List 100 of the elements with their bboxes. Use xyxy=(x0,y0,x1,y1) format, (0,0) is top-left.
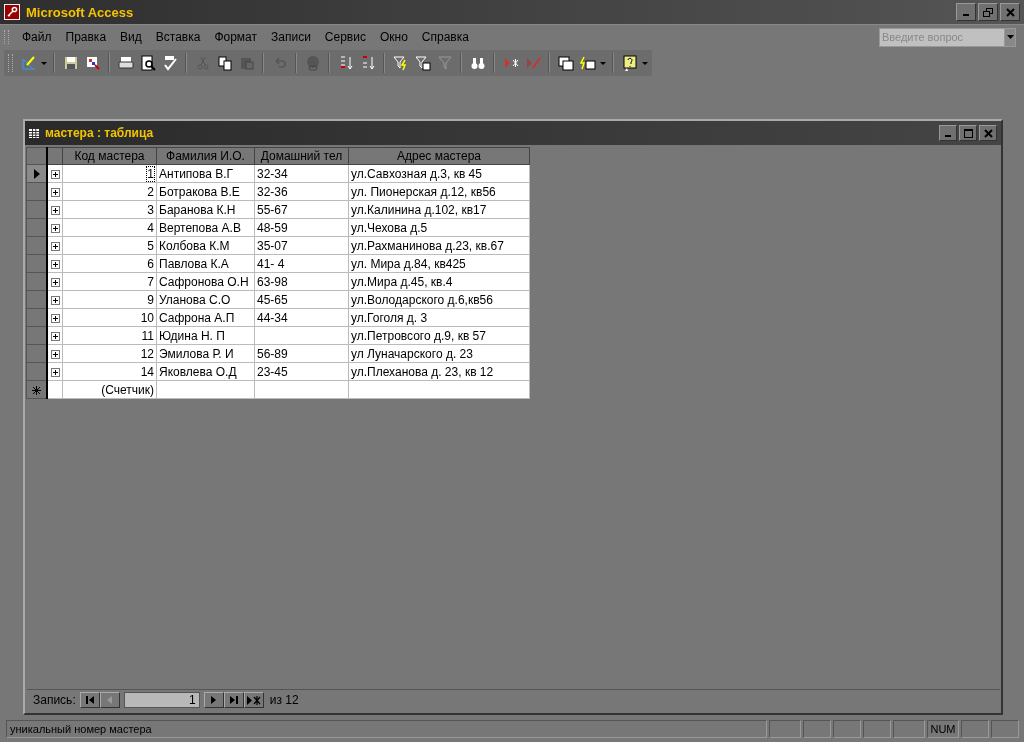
design-view-icon[interactable] xyxy=(20,55,37,71)
expand-icon[interactable] xyxy=(50,313,60,323)
table-cell: Колбова К.М xyxy=(159,238,230,253)
close-icon xyxy=(1005,7,1015,17)
table-cell: Сафрона А.П xyxy=(159,310,235,325)
help-question-field[interactable]: Введите вопрос xyxy=(879,27,1004,47)
record-number-field[interactable]: 1 xyxy=(123,692,200,708)
column-header[interactable]: Код мастера xyxy=(63,148,156,164)
table-cell: 56-89 xyxy=(257,346,288,361)
status-panel xyxy=(863,720,891,738)
table-cell: Ботракова В.Е xyxy=(159,184,240,199)
minimize-button[interactable] xyxy=(956,3,976,21)
close-button[interactable] xyxy=(1000,3,1020,21)
expand-icon[interactable] xyxy=(50,223,60,233)
table-cell: ул.Чехова д.5 xyxy=(351,220,428,235)
last-record-icon xyxy=(229,696,238,704)
previous-record-icon xyxy=(107,696,113,704)
new-object-icon[interactable] xyxy=(579,55,596,71)
last-record-button[interactable] xyxy=(223,692,244,708)
menu-item[interactable]: Вид xyxy=(113,27,149,47)
menu-item[interactable]: Записи xyxy=(264,27,318,47)
database-window-icon[interactable] xyxy=(557,55,574,71)
expand-icon[interactable] xyxy=(50,367,60,377)
table-cell: ул.Плеханова д. 23, кв 12 xyxy=(351,364,494,379)
dropdown-caret-icon[interactable] xyxy=(642,61,648,65)
printer-icon[interactable] xyxy=(117,55,134,71)
table-cell: 11 xyxy=(141,328,154,343)
table-window-title: мастера : таблица xyxy=(45,126,155,140)
maximize-icon xyxy=(963,128,973,138)
table-cell: Эмилова Р. И xyxy=(159,346,234,361)
spelling-check-icon[interactable] xyxy=(161,55,178,71)
next-record-button[interactable] xyxy=(203,692,224,708)
save-icon[interactable] xyxy=(62,55,79,71)
table-cell: 32-34 xyxy=(257,166,288,181)
table-cell: 3 xyxy=(147,202,154,217)
column-header[interactable]: Домашний тел xyxy=(255,148,348,164)
table-cell: ул.Петровсого д.9, кв 57 xyxy=(351,328,486,343)
binoculars-icon[interactable] xyxy=(469,55,486,71)
current-record-icon xyxy=(33,169,40,180)
menu-item[interactable]: Правка xyxy=(58,27,114,47)
filter-grid-icon[interactable] xyxy=(414,55,431,71)
status-panel xyxy=(961,720,989,738)
minimize-button[interactable] xyxy=(939,125,957,141)
table-cell: 41- 4 xyxy=(257,256,285,271)
previous-record-button[interactable] xyxy=(99,692,120,708)
table-cell: Вертепова А.В xyxy=(159,220,241,235)
table-cell: 1 xyxy=(147,166,154,181)
status-panel xyxy=(769,720,801,738)
table-cell: Павлова К.А xyxy=(159,256,229,271)
table-cell: 12 xyxy=(140,346,154,361)
table-cell: 6 xyxy=(147,256,154,271)
dropdown-button[interactable] xyxy=(1004,27,1016,47)
menu-item[interactable]: Формат xyxy=(207,27,265,47)
expand-icon[interactable] xyxy=(50,349,60,359)
menu-item[interactable]: Справка xyxy=(414,27,476,47)
restore-button[interactable] xyxy=(978,3,998,21)
expand-icon[interactable] xyxy=(50,169,60,179)
expand-icon[interactable] xyxy=(50,187,60,197)
dropdown-caret-icon[interactable] xyxy=(41,61,47,65)
status-text: уникальный номер мастера xyxy=(6,720,767,738)
column-header[interactable]: Адрес мастера xyxy=(349,148,529,164)
copy-icon[interactable] xyxy=(216,55,233,71)
expand-icon[interactable] xyxy=(50,331,60,341)
new-record-icon[interactable] xyxy=(502,55,519,71)
app-logo-icon xyxy=(4,4,20,20)
close-icon xyxy=(983,128,993,138)
next-record-icon xyxy=(211,696,217,704)
expand-icon[interactable] xyxy=(50,241,60,251)
status-panel xyxy=(833,720,861,738)
print-preview-icon[interactable] xyxy=(139,55,156,71)
num-lock-indicator: NUM xyxy=(927,720,959,738)
table-cell: ул. Пионерская д.12, кв56 xyxy=(351,184,496,199)
table-cell: 55-67 xyxy=(257,202,288,217)
help-icon[interactable] xyxy=(621,55,638,71)
maximize-button[interactable] xyxy=(959,125,977,141)
new-record-button[interactable] xyxy=(243,692,264,708)
new-record-icon xyxy=(32,385,41,395)
status-panel xyxy=(803,720,831,738)
filter-lightning-icon[interactable] xyxy=(392,55,409,71)
table-cell: ул.Володарского д.6,кв56 xyxy=(351,292,493,307)
file-search-icon[interactable] xyxy=(84,55,101,71)
close-button[interactable] xyxy=(979,125,997,141)
table-cell: Уланова С.О xyxy=(159,292,231,307)
dropdown-caret-icon xyxy=(1006,35,1014,39)
table-cell: (Счетчик) xyxy=(101,382,154,397)
menu-item[interactable]: Окно xyxy=(372,27,415,47)
table-cell: 32-36 xyxy=(257,184,288,199)
status-panel xyxy=(991,720,1019,738)
column-header[interactable]: Фамилия И.О. xyxy=(157,148,254,164)
menu-item[interactable]: Файл xyxy=(15,27,59,47)
expand-icon[interactable] xyxy=(50,295,60,305)
menu-item[interactable]: Сервис xyxy=(317,27,373,47)
expand-icon[interactable] xyxy=(50,259,60,269)
expand-icon[interactable] xyxy=(50,277,60,287)
table-cell: ул.Калинина д.102, кв17 xyxy=(351,202,487,217)
table-cell: 10 xyxy=(140,310,154,325)
menu-item[interactable]: Вставка xyxy=(148,27,208,47)
first-record-button[interactable] xyxy=(79,692,100,708)
dropdown-caret-icon[interactable] xyxy=(600,61,606,65)
expand-icon[interactable] xyxy=(50,205,60,215)
